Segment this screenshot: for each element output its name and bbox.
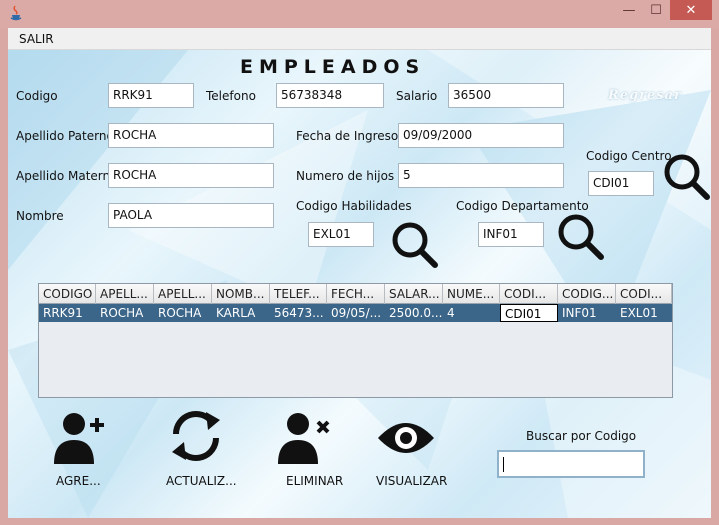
codigo-label: Codigo — [16, 89, 58, 103]
actualizar-button[interactable]: ACTUALIZ... — [166, 474, 237, 488]
table-cell[interactable]: ROCHA — [96, 304, 154, 322]
remove-user-icon[interactable] — [276, 410, 336, 466]
regresar-link[interactable]: Regresar — [608, 88, 682, 103]
table-cell[interactable]: 2500.0... — [385, 304, 443, 322]
table-cell[interactable]: 09/05/... — [327, 304, 385, 322]
buscar-label: Buscar por Codigo — [526, 429, 637, 443]
column-header[interactable]: CODIGO — [39, 284, 96, 304]
apellido-materno-label: Apellido Materno — [16, 169, 118, 183]
column-header[interactable]: APELL... — [154, 284, 212, 304]
visualizar-button[interactable]: VISUALIZAR — [376, 474, 447, 488]
maximize-button[interactable]: ☐ — [644, 0, 668, 20]
menu-salir[interactable]: SALIR — [19, 32, 54, 46]
close-button[interactable]: ✕ — [670, 0, 712, 20]
table-header: CODIGO APELL... APELL... NOMB... TELEF..… — [39, 284, 672, 304]
column-header[interactable]: CODI... — [500, 284, 558, 304]
salario-field[interactable]: 36500 — [448, 83, 564, 108]
codigo-centro-field[interactable]: CDI01 — [588, 171, 654, 196]
table-row[interactable]: RRK91 ROCHA ROCHA KARLA 56473... 09/05/.… — [39, 304, 672, 322]
refresh-icon[interactable] — [166, 408, 226, 464]
column-header[interactable]: CODIG... — [558, 284, 616, 304]
column-header[interactable]: SALAR... — [385, 284, 443, 304]
column-header[interactable]: NOMB... — [212, 284, 270, 304]
nombre-field[interactable]: PAOLA — [108, 203, 274, 228]
apellido-paterno-label: Apellido Paterno — [16, 129, 114, 143]
buscar-centro-search-icon[interactable] — [662, 152, 711, 202]
column-header[interactable]: APELL... — [96, 284, 154, 304]
eliminar-button[interactable]: ELIMINAR — [286, 474, 343, 488]
codigo-centro-label: Codigo Centro — [586, 149, 672, 163]
numero-hijos-field[interactable]: 5 — [398, 163, 564, 188]
table-cell[interactable]: 56473... — [270, 304, 327, 322]
table-cell-editing[interactable]: CDI01 — [500, 304, 558, 322]
nombre-label: Nombre — [16, 209, 64, 223]
table-cell[interactable]: EXL01 — [616, 304, 672, 322]
table-cell[interactable]: RRK91 — [39, 304, 96, 322]
telefono-label: Telefono — [206, 89, 256, 103]
telefono-field[interactable]: 56738348 — [276, 83, 384, 108]
column-header[interactable]: FECH... — [327, 284, 385, 304]
menu-bar: SALIR — [8, 28, 711, 50]
column-header[interactable]: CODI... — [616, 284, 672, 304]
empleados-table[interactable]: CODIGO APELL... APELL... NOMB... TELEF..… — [38, 283, 673, 398]
text-caret — [503, 457, 504, 472]
apellido-materno-field[interactable]: ROCHA — [108, 163, 274, 188]
window-titlebar: — ☐ ✕ — [0, 0, 719, 28]
table-cell[interactable]: INF01 — [558, 304, 616, 322]
column-header[interactable]: NUME... — [443, 284, 500, 304]
codigo-habilidades-field[interactable]: EXL01 — [308, 222, 374, 247]
eye-icon[interactable] — [376, 412, 436, 468]
codigo-field[interactable]: RRK91 — [108, 83, 194, 108]
table-cell[interactable]: KARLA — [212, 304, 270, 322]
java-app-icon — [10, 5, 22, 21]
codigo-habilidades-label: Codigo Habilidades — [296, 199, 412, 213]
agregar-button[interactable]: AGRE... — [56, 474, 101, 488]
apellido-paterno-field[interactable]: ROCHA — [108, 123, 274, 148]
buscar-departamento-search-icon[interactable] — [556, 212, 606, 262]
salario-label: Salario — [396, 89, 438, 103]
add-user-icon[interactable] — [50, 410, 110, 466]
table-cell[interactable]: ROCHA — [154, 304, 212, 322]
table-cell[interactable]: 4 — [443, 304, 500, 322]
codigo-departamento-field[interactable]: INF01 — [478, 222, 544, 247]
fecha-ingreso-field[interactable]: 09/09/2000 — [398, 123, 564, 148]
minimize-button[interactable]: — — [616, 0, 642, 20]
fecha-ingreso-label: Fecha de Ingreso — [296, 129, 399, 143]
column-header[interactable]: TELEF... — [270, 284, 327, 304]
numero-hijos-label: Numero de hijos — [296, 169, 395, 183]
buscar-habilidades-search-icon[interactable] — [390, 220, 440, 270]
page-title: EMPLEADOS — [240, 56, 426, 78]
buscar-codigo-input[interactable] — [497, 450, 645, 478]
main-panel: EMPLEADOS Regresar Codigo RRK91 Telefono… — [8, 50, 711, 518]
codigo-departamento-label: Codigo Departamento — [456, 199, 589, 213]
